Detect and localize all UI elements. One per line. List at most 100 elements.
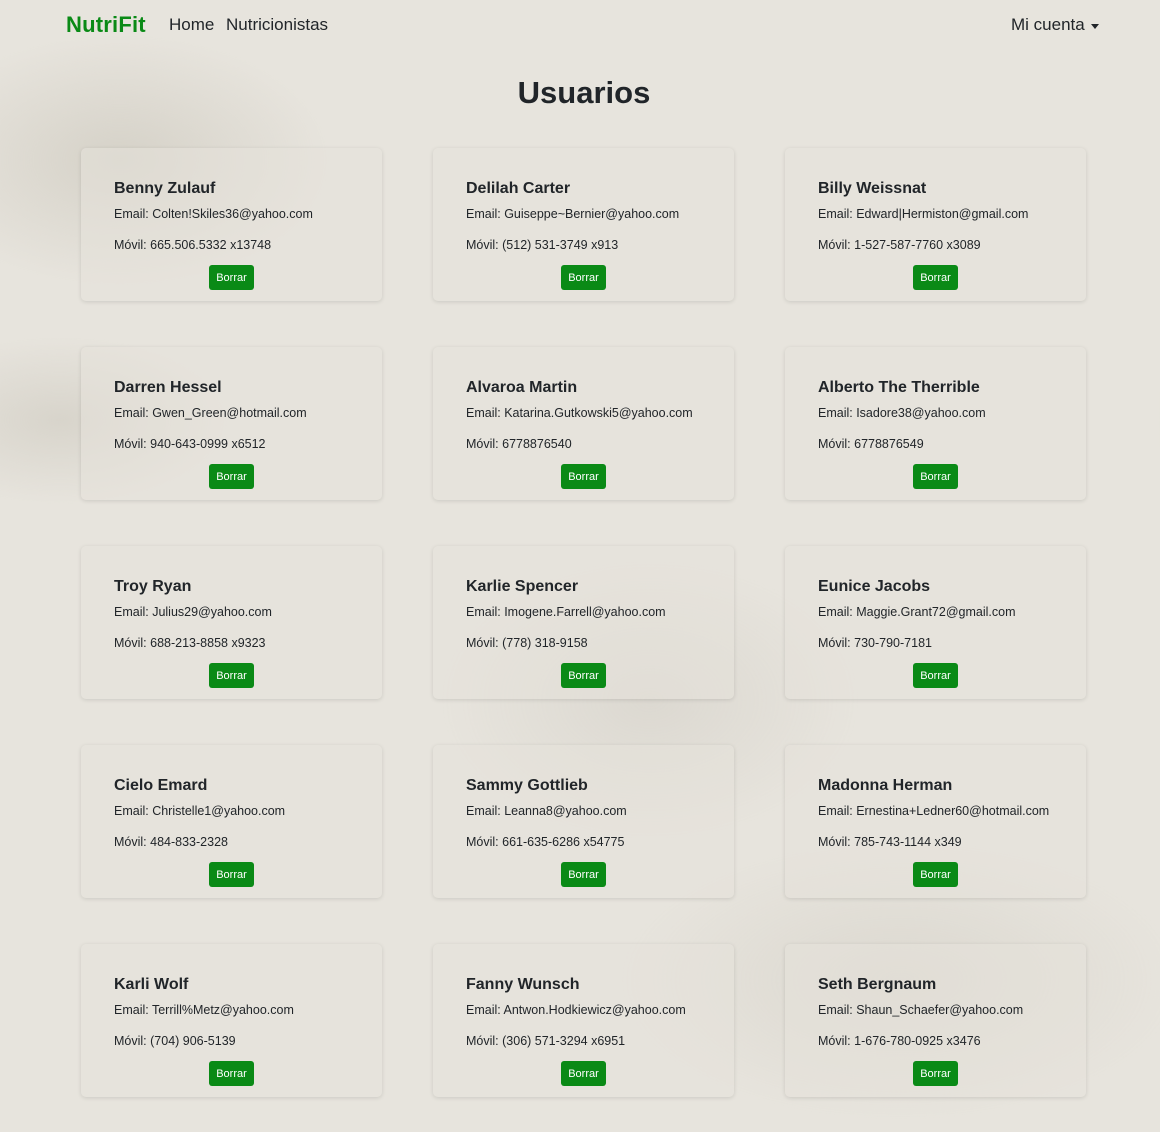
email-value: Colten!Skiles36@yahoo.com xyxy=(152,207,313,221)
user-name: Troy Ryan xyxy=(114,578,192,595)
user-mobile: Móvil: (512) 531-3749 x913 xyxy=(466,238,734,252)
user-email: Email: Gwen_Green@hotmail.com xyxy=(114,406,382,420)
mobile-label: Móvil: xyxy=(818,835,855,849)
user-name: Eunice Jacobs xyxy=(818,578,931,595)
email-value: Guiseppe~Bernier@yahoo.com xyxy=(504,207,680,221)
mobile-label: Móvil: xyxy=(466,636,503,650)
delete-user-button[interactable]: Borrar xyxy=(913,1061,958,1086)
email-value: Leanna8@yahoo.com xyxy=(504,804,627,818)
caret-down-icon xyxy=(1090,23,1099,29)
delete-user-button[interactable]: Borrar xyxy=(561,265,606,290)
email-label: Email: xyxy=(114,207,153,221)
email-label: Email: xyxy=(114,605,153,619)
user-email: Email: Shaun_Schaefer@yahoo.com xyxy=(818,1003,1086,1017)
mobile-label: Móvil: xyxy=(114,437,151,451)
email-value: Ernestina+Ledner60@hotmail.com xyxy=(856,804,1050,818)
user-card: Billy Weissnat Email: Edward|Hermiston@g… xyxy=(785,148,1086,301)
email-label: Email: xyxy=(114,406,153,420)
nav-nutritionists-link[interactable]: Nutricionistas xyxy=(226,15,328,35)
delete-user-button[interactable]: Borrar xyxy=(913,464,958,489)
user-name: Sammy Gottlieb xyxy=(466,777,588,794)
email-value: Terrill%Metz@yahoo.com xyxy=(151,1003,294,1017)
user-name: Karlie Spencer xyxy=(466,578,579,595)
delete-user-button[interactable]: Borrar xyxy=(209,265,254,290)
user-card: Karlie Spencer Email: Imogene.Farrell@ya… xyxy=(433,546,734,699)
mobile-label: Móvil: xyxy=(818,238,855,252)
mobile-label: Móvil: xyxy=(466,835,503,849)
delete-user-button[interactable]: Borrar xyxy=(209,1061,254,1086)
delete-user-button[interactable]: Borrar xyxy=(561,464,606,489)
user-name: Cielo Emard xyxy=(114,777,208,794)
delete-user-button[interactable]: Borrar xyxy=(913,663,958,688)
email-value: Imogene.Farrell@yahoo.com xyxy=(504,605,666,619)
user-mobile: Móvil: 1-676-780-0925 x3476 xyxy=(818,1034,1086,1048)
email-value: Maggie.Grant72@gmail.com xyxy=(856,605,1016,619)
user-mobile: Móvil: 688-213-8858 x9323 xyxy=(114,636,382,650)
user-mobile: Móvil: (778) 318-9158 xyxy=(466,636,734,650)
mobile-value: (778) 318-9158 xyxy=(502,636,588,650)
user-name: Fanny Wunsch xyxy=(466,976,580,993)
mobile-value: 661-635-6286 x54775 xyxy=(502,835,625,849)
top-navbar: NutriFit Home Nutricionistas Mi cuenta xyxy=(0,0,1160,52)
delete-user-button[interactable]: Borrar xyxy=(913,862,958,887)
user-name: Delilah Carter xyxy=(466,180,571,197)
brand-logo-link[interactable]: NutriFit xyxy=(66,12,146,38)
mobile-value: 940-643-0999 x6512 xyxy=(150,437,266,451)
delete-user-button[interactable]: Borrar xyxy=(561,663,606,688)
mobile-value: 665.506.5332 x13748 xyxy=(150,238,272,252)
user-email: Email: Imogene.Farrell@yahoo.com xyxy=(466,605,734,619)
user-name: Darren Hessel xyxy=(114,379,222,396)
delete-user-button[interactable]: Borrar xyxy=(561,862,606,887)
user-email: Email: Ernestina+Ledner60@hotmail.com xyxy=(818,804,1086,818)
delete-user-button[interactable]: Borrar xyxy=(209,862,254,887)
email-label: Email: xyxy=(466,406,505,420)
nav-home-link[interactable]: Home xyxy=(169,15,214,35)
user-card: Delilah Carter Email: Guiseppe~Bernier@y… xyxy=(433,148,734,301)
account-dropdown-toggle[interactable]: Mi cuenta xyxy=(1011,15,1099,35)
user-mobile: Móvil: 785-743-1144 x349 xyxy=(818,835,1086,849)
mobile-label: Móvil: xyxy=(818,1034,855,1048)
mobile-label: Móvil: xyxy=(114,238,151,252)
user-name: Karli Wolf xyxy=(114,976,189,993)
user-name: Alvaroa Martin xyxy=(466,379,578,396)
email-value: Gwen_Green@hotmail.com xyxy=(152,406,307,420)
user-card-grid: Benny Zulauf Email: Colten!Skiles36@yaho… xyxy=(81,148,1086,1097)
email-label: Email: xyxy=(114,804,153,818)
user-email: Email: Leanna8@yahoo.com xyxy=(466,804,734,818)
user-email: Email: Antwon.Hodkiewicz@yahoo.com xyxy=(466,1003,734,1017)
email-label: Email: xyxy=(818,207,857,221)
user-name: Madonna Herman xyxy=(818,777,953,794)
delete-user-button[interactable]: Borrar xyxy=(561,1061,606,1086)
mobile-label: Móvil: xyxy=(818,636,855,650)
user-mobile: Móvil: (306) 571-3294 x6951 xyxy=(466,1034,734,1048)
delete-user-button[interactable]: Borrar xyxy=(913,265,958,290)
user-card: Alvaroa Martin Email: Katarina.Gutkowski… xyxy=(433,347,734,500)
account-label: Mi cuenta xyxy=(1011,15,1085,34)
delete-user-button[interactable]: Borrar xyxy=(209,464,254,489)
user-email: Email: Guiseppe~Bernier@yahoo.com xyxy=(466,207,734,221)
email-value: Shaun_Schaefer@yahoo.com xyxy=(856,1003,1024,1017)
user-mobile: Móvil: 6778876540 xyxy=(466,437,734,451)
delete-user-button[interactable]: Borrar xyxy=(209,663,254,688)
user-card: Troy Ryan Email: Julius29@yahoo.com Móvi… xyxy=(81,546,382,699)
mobile-label: Móvil: xyxy=(466,238,503,252)
email-label: Email: xyxy=(466,1003,504,1017)
user-card: Seth Bergnaum Email: Shaun_Schaefer@yaho… xyxy=(785,944,1086,1097)
email-label: Email: xyxy=(818,804,857,818)
mobile-label: Móvil: xyxy=(466,437,503,451)
user-name: Billy Weissnat xyxy=(818,180,927,197)
mobile-value: 730-790-7181 xyxy=(854,636,932,650)
email-label: Email: xyxy=(114,1003,152,1017)
user-mobile: Móvil: 6778876549 xyxy=(818,437,1086,451)
email-value: Christelle1@yahoo.com xyxy=(152,804,286,818)
user-email: Email: Edward|Hermiston@gmail.com xyxy=(818,207,1086,221)
email-value: Antwon.Hodkiewicz@yahoo.com xyxy=(503,1003,686,1017)
user-mobile: Móvil: (704) 906-5139 xyxy=(114,1034,382,1048)
user-name: Benny Zulauf xyxy=(114,180,216,197)
user-email: Email: Maggie.Grant72@gmail.com xyxy=(818,605,1086,619)
user-mobile: Móvil: 661-635-6286 x54775 xyxy=(466,835,734,849)
user-card: Darren Hessel Email: Gwen_Green@hotmail.… xyxy=(81,347,382,500)
email-value: Isadore38@yahoo.com xyxy=(856,406,986,420)
mobile-value: 6778876540 xyxy=(502,437,572,451)
email-label: Email: xyxy=(466,605,505,619)
